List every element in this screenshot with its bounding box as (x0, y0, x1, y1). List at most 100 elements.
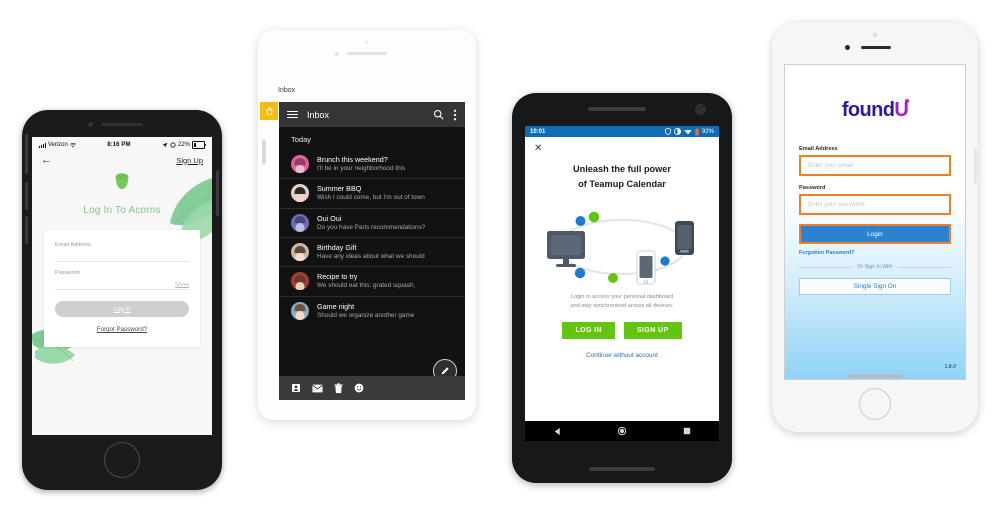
email-input[interactable] (55, 248, 189, 262)
back-triangle-icon[interactable] (553, 427, 562, 436)
message-subject: Recipe to try (317, 272, 358, 282)
back-arrow-icon[interactable]: ← (41, 154, 52, 166)
message-list: Brunch this weekend? I'll be in your nei… (279, 150, 465, 325)
divider-line-left (799, 266, 853, 268)
list-item[interactable]: Oui Oui Do you have Paris recommendation… (279, 207, 465, 237)
login-button[interactable]: Log In (55, 301, 189, 317)
headline-line-2: of Teamup Calendar (578, 178, 666, 189)
message-text: Game night Should we organize another ga… (317, 302, 414, 320)
divider-or-sign-in-with: Or Sign In With (799, 264, 952, 270)
password-input[interactable]: Enter your password (799, 194, 951, 215)
battery-percent-label: 22% (177, 142, 190, 148)
phone-teamup: 10:01 92% ✕ Unleash the full power of Te… (512, 93, 732, 483)
front-camera (335, 52, 339, 56)
earpiece-speaker (588, 107, 646, 111)
divider-line-right (897, 266, 952, 268)
smiley-icon[interactable] (354, 383, 364, 393)
volume-button (262, 140, 266, 164)
home-circle-icon[interactable] (617, 426, 627, 436)
hamburger-menu-icon[interactable] (287, 110, 298, 119)
side-button (25, 134, 28, 174)
search-icon[interactable] (433, 109, 444, 120)
show-password-link[interactable]: Show (175, 282, 189, 288)
home-indicator (847, 374, 903, 378)
trash-icon[interactable] (334, 382, 343, 394)
inbox-appbar: Inbox (279, 102, 465, 127)
signup-button[interactable]: SIGN UP (623, 322, 682, 340)
logo-text-found: found (841, 99, 895, 121)
home-button[interactable] (104, 442, 140, 478)
battery-percent-label: 92% (701, 128, 714, 135)
login-button[interactable]: LOG IN (562, 322, 615, 340)
forgotten-password-link[interactable]: Forgotten Password? (799, 250, 951, 256)
phone-foundu: foundU Email Address Enter your email Pa… (772, 22, 978, 432)
message-text: Birthday Gift Have any ideas about what … (317, 243, 425, 261)
email-placeholder: Enter your email (808, 162, 854, 169)
acorns-nav-bar: ← Sign Up (32, 151, 212, 169)
continue-without-account-link[interactable]: Continue without account (525, 352, 719, 359)
status-bar: Verizon 8:16 PM 22% (32, 137, 212, 151)
foundu-login-form: Email Address Enter your email Password … (785, 122, 965, 295)
close-icon[interactable]: ✕ (534, 144, 542, 154)
forgot-password-link[interactable]: Forgot Password? (55, 326, 189, 333)
teamup-subtext: Login to access your personal dashboard … (525, 293, 719, 310)
logo-dot-icon (905, 99, 910, 103)
single-sign-on-button[interactable]: Single Sign On (799, 278, 951, 295)
message-text: Recipe to try We should eat this: grated… (317, 272, 415, 290)
teamup-content: ✕ Unleash the full power of Teamup Calen… (525, 137, 719, 441)
home-button[interactable] (859, 388, 891, 420)
inbox-bottom-toolbar (279, 376, 465, 400)
power-button (974, 148, 977, 184)
alarm-icon (170, 142, 176, 148)
message-preview: We should eat this: grated squash, (317, 282, 416, 290)
inbox-screen: Inbox Today Brunch this weekend? I'll be… (279, 102, 465, 400)
acorns-login-card: Email Address Password Show Log In Forgo… (44, 230, 200, 347)
avatar (291, 272, 309, 291)
login-button[interactable]: Login (799, 224, 951, 244)
message-text: Oui Oui Do you have Paris recommendation… (317, 214, 425, 232)
message-preview: Have any ideas about what we should (317, 252, 425, 260)
clock-label: 8:16 PM (107, 142, 131, 148)
acorns-hero: Log In To Acorns (32, 169, 212, 364)
inbox-title: Inbox (307, 109, 330, 120)
list-item[interactable]: Brunch this weekend? I'll be in your nei… (279, 150, 465, 178)
more-vertical-icon[interactable] (453, 109, 457, 121)
app-badge[interactable] (260, 102, 278, 120)
headline-line-1: Unleash the full power (572, 164, 671, 174)
avatar (291, 155, 309, 174)
list-item[interactable]: Summer BBQ Wish I could come, but I'm ou… (279, 178, 465, 207)
foundu-screen: foundU Email Address Enter your email Pa… (784, 64, 966, 380)
window-label: Inbox (278, 87, 296, 94)
compose-pen-icon (441, 367, 449, 375)
logo-text-u: U (894, 99, 910, 121)
status-bar: 10:01 92% (525, 126, 719, 137)
email-input[interactable]: Enter your email (799, 155, 951, 176)
status-icons: 92% (665, 127, 714, 136)
recents-square-icon[interactable] (683, 427, 691, 435)
list-item[interactable]: Recipe to try We should eat this: grated… (279, 266, 465, 295)
subtext-line-2: and stay synchronized across all devices… (570, 302, 674, 309)
earpiece-speaker (861, 46, 891, 49)
foundu-logo: foundU (785, 65, 965, 122)
version-label: 1.8.0 (944, 364, 956, 370)
battery-icon (192, 141, 206, 149)
message-text: Summer BBQ Wish I could come, but I'm ou… (317, 184, 425, 202)
brightness-icon (673, 128, 681, 135)
password-input[interactable]: Show (55, 276, 189, 290)
front-camera (695, 104, 706, 115)
envelope-icon[interactable] (312, 384, 323, 393)
section-header-today: Today (291, 135, 312, 144)
carrier-label: Verizon (47, 142, 68, 148)
sensor-dot (365, 41, 368, 44)
contact-card-icon[interactable] (291, 383, 301, 393)
email-label: Email Address (799, 146, 838, 152)
password-placeholder: Enter your password (808, 201, 865, 208)
signal-bars-icon (39, 142, 46, 148)
signup-link[interactable]: Sign Up (176, 156, 203, 165)
password-label: Password (799, 185, 826, 191)
volume-up-button (25, 182, 28, 210)
list-item[interactable]: Birthday Gift Have any ideas about what … (279, 236, 465, 266)
android-nav-bar (525, 421, 719, 441)
list-item[interactable]: Game night Should we organize another ga… (279, 295, 465, 325)
message-preview: I'll be in your neighborhood this (317, 165, 406, 172)
